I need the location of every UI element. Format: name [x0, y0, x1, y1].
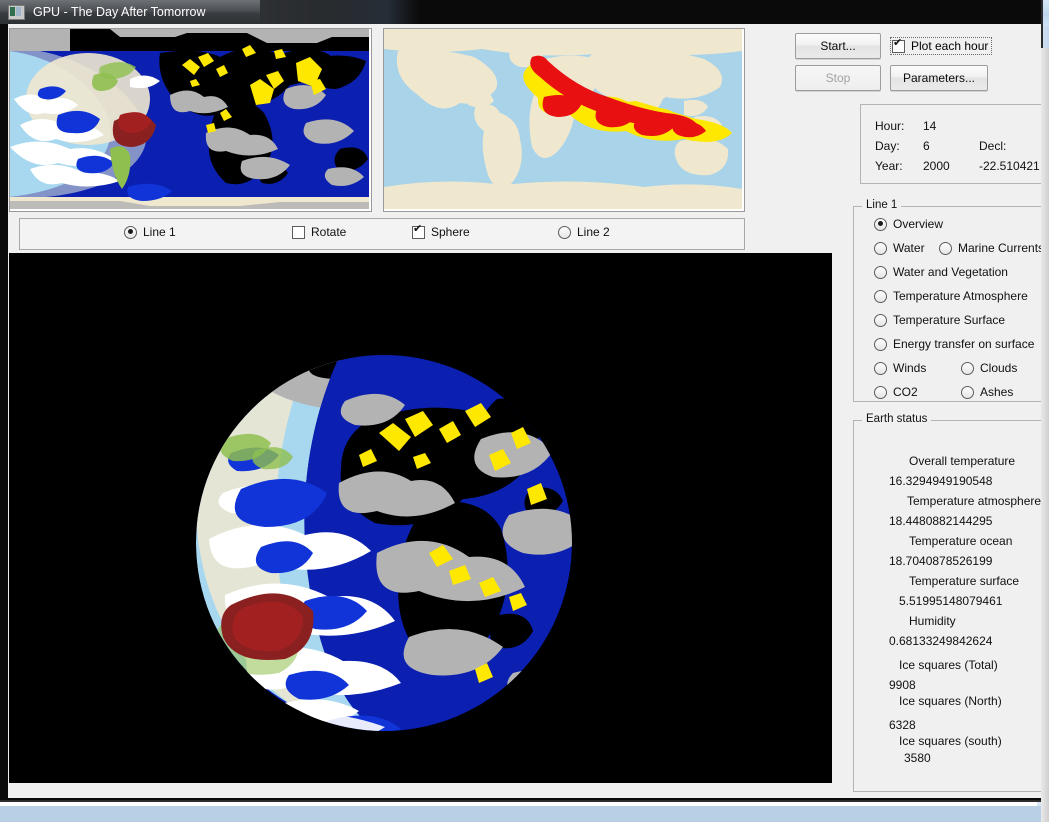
earth-label-temperature-atmosphere: Temperature atmosphere [907, 494, 1042, 508]
globe-panel-bottom-strip [9, 783, 832, 795]
app-icon [8, 4, 25, 20]
earth-label-ice-north: Ice squares (North) [899, 694, 1002, 708]
globe-canvas [9, 253, 832, 783]
earth-label-overall-temperature: Overall temperature [909, 454, 1016, 468]
option-winds-label: Winds [893, 361, 927, 375]
decl-label: Decl: [979, 139, 1007, 153]
option-marine-currents-label: Marine Currents [958, 241, 1045, 255]
option-co2-label: CO2 [893, 385, 918, 399]
radio-icon-temperature-surface [874, 313, 887, 327]
plot-each-hour-checkbox[interactable]: Plot each hour [890, 37, 993, 55]
gpu-application-window: GPU - The Day After Tomorrow Line 1 Rota… [0, 0, 1049, 822]
option-overview-label: Overview [893, 217, 944, 231]
view-option-line2-label: Line 2 [577, 225, 610, 239]
radio-icon-overview [874, 217, 887, 231]
hour-label: Hour: [875, 119, 905, 133]
app-title: GPU - The Day After Tomorrow [33, 5, 206, 19]
app-titlebar[interactable]: GPU - The Day After Tomorrow [0, 0, 260, 24]
option-overview[interactable]: Overview [874, 217, 943, 231]
view-option-line2[interactable]: Line 2 [558, 225, 610, 239]
option-energy-transfer-label: Energy transfer on surface [893, 337, 1035, 351]
option-water-label: Water [893, 241, 925, 255]
option-clouds[interactable]: Clouds [961, 361, 1017, 375]
view-option-sphere-label: Sphere [431, 225, 470, 239]
option-winds[interactable]: Winds [874, 361, 926, 375]
checkbox-icon-sphere [412, 223, 425, 239]
option-water-and-vegetation[interactable]: Water and Vegetation [874, 265, 1008, 279]
option-energy-transfer-on-surface[interactable]: Energy transfer on surface [874, 337, 1034, 351]
checkbox-icon-rotate [292, 225, 305, 239]
start-button[interactable]: Start... [795, 33, 881, 59]
parameters-button[interactable]: Parameters... [890, 65, 988, 91]
option-water[interactable]: Water [874, 241, 925, 255]
option-temperature-atmosphere-label: Temperature Atmosphere [893, 289, 1028, 303]
radio-icon-winds [874, 361, 887, 375]
earth-value-overall-temperature: 16.3294949190548 [889, 474, 993, 488]
simulation-status-panel: Hour: 14 Day: 6 Decl: Year: 2000 -22.510… [860, 104, 1043, 184]
earth-value-ice-north: 6328 [889, 718, 916, 732]
globe-render-panel[interactable] [9, 253, 832, 783]
year-label: Year: [875, 159, 903, 173]
earth-value-ice-total: 9908 [889, 678, 916, 692]
radio-icon-water-and-vegetation [874, 265, 887, 279]
view-option-rotate[interactable]: Rotate [292, 225, 346, 239]
radio-icon-ashes [961, 385, 974, 399]
right-control-column: Start... Stop Parameters... Plot each ho… [795, 24, 1044, 798]
line1-option-group: Line 1 Overview Water Marine Currents Wa… [853, 199, 1044, 402]
view-option-line1[interactable]: Line 1 [124, 225, 176, 239]
stop-button: Stop [795, 65, 881, 91]
option-clouds-label: Clouds [980, 361, 1018, 375]
view-option-rotate-label: Rotate [311, 225, 347, 239]
option-marine-currents[interactable]: Marine Currents [939, 241, 1044, 255]
radio-icon-line2 [558, 225, 571, 239]
radio-icon-co2 [874, 385, 887, 399]
world-map-thematic[interactable] [383, 28, 745, 212]
earth-label-humidity: Humidity [909, 614, 956, 628]
option-co2[interactable]: CO2 [874, 385, 918, 399]
world-map-thematic-canvas [384, 29, 742, 209]
earth-value-temperature-ocean: 18.7040878526199 [889, 554, 993, 568]
earth-value-ice-south: 3580 [904, 751, 931, 765]
world-map-overview-canvas [10, 29, 369, 209]
world-map-overview[interactable] [9, 28, 372, 212]
option-temperature-surface-label: Temperature Surface [893, 313, 1006, 327]
radio-icon-energy-transfer [874, 337, 887, 351]
radio-icon-water [874, 241, 887, 255]
checkbox-icon-plot-each-hour [892, 37, 905, 53]
earth-value-temperature-surface: 5.51995148079461 [899, 594, 1003, 608]
earth-value-temperature-atmosphere: 18.4480882144295 [889, 514, 993, 528]
app-titlebar-fade [260, 0, 420, 24]
app-client-area: Line 1 Rotate Sphere Line 2 [8, 24, 1049, 822]
radio-icon-marine-currents [939, 241, 952, 255]
plot-each-hour-label: Plot each hour [911, 39, 989, 53]
earth-value-humidity: 0.68133249842624 [889, 634, 993, 648]
day-value: 6 [923, 139, 930, 153]
option-ashes[interactable]: Ashes [961, 385, 1013, 399]
earth-label-ice-south: Ice squares (south) [899, 734, 1002, 748]
view-option-sphere[interactable]: Sphere [412, 223, 470, 239]
radio-icon-temperature-atmosphere [874, 289, 887, 303]
line1-group-title: Line 1 [862, 199, 902, 211]
view-option-line1-label: Line 1 [143, 225, 176, 239]
radio-icon-line1 [124, 225, 137, 239]
view-mode-toolbar: Line 1 Rotate Sphere Line 2 [19, 218, 745, 250]
option-temperature-surface[interactable]: Temperature Surface [874, 313, 1005, 327]
earth-label-temperature-ocean: Temperature ocean [909, 534, 1013, 548]
option-temperature-atmosphere[interactable]: Temperature Atmosphere [874, 289, 1028, 303]
option-ashes-label: Ashes [980, 385, 1014, 399]
earth-status-panel: Earth status Overall temperature 16.3294… [853, 413, 1043, 792]
earth-status-title: Earth status [862, 413, 932, 425]
day-label: Day: [875, 139, 900, 153]
earth-label-temperature-surface: Temperature surface [909, 574, 1020, 588]
decl-value: -22.510421 [979, 159, 1040, 173]
app-right-edge [1041, 48, 1049, 822]
year-value: 2000 [923, 159, 950, 173]
hour-value: 14 [923, 119, 937, 133]
earth-label-ice-total: Ice squares (Total) [899, 658, 998, 672]
option-water-and-vegetation-label: Water and Vegetation [893, 265, 1008, 279]
radio-icon-clouds [961, 361, 974, 375]
